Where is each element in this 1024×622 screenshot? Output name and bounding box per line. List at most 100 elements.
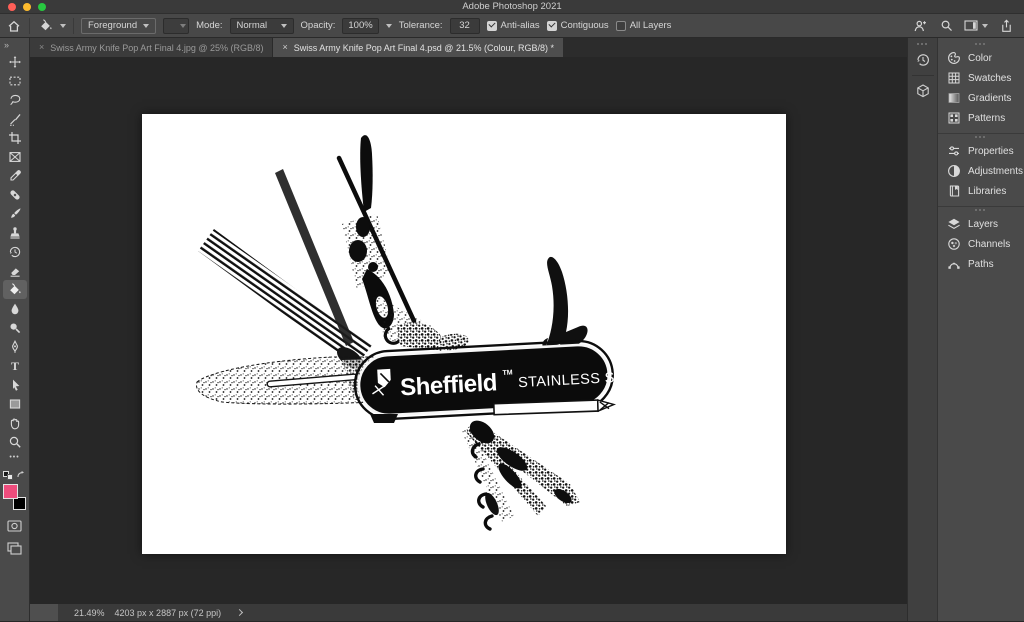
lasso-tool-button[interactable] <box>3 90 27 109</box>
paint-bucket-tool-button[interactable] <box>2 280 27 299</box>
can-opener-art <box>542 256 588 352</box>
panel-tab-label: Paths <box>968 258 994 270</box>
pasteboard[interactable]: STAINLESS CHINA <box>30 57 907 604</box>
trademark-text: TM <box>502 369 513 377</box>
crop-tool-button[interactable] <box>3 128 27 147</box>
quick-mask-button[interactable] <box>3 516 27 535</box>
contiguous-label: Contiguous <box>560 20 609 31</box>
contiguous-checkbox[interactable]: Contiguous <box>546 20 609 31</box>
path-selection-tool-button[interactable] <box>3 375 27 394</box>
panel-tab-label: Patterns <box>968 112 1006 124</box>
panel-tab-libraries[interactable]: Libraries <box>938 181 1024 201</box>
saw-tool-art <box>198 229 372 367</box>
screen-mode-button[interactable] <box>3 539 27 558</box>
tab-2-label: Swiss Army Knife Pop Art Final 4.psd @ 2… <box>293 42 554 53</box>
status-chevron-icon[interactable] <box>236 608 244 617</box>
search-icon[interactable] <box>938 18 954 34</box>
foreground-color-swatch[interactable] <box>2 484 18 499</box>
panel-tab-swatches[interactable]: Swatches <box>938 68 1024 88</box>
object-selection-tool-button[interactable] <box>3 109 27 128</box>
color-panel-icon <box>948 52 960 64</box>
close-tab-icon[interactable]: × <box>39 43 44 52</box>
close-tab-icon[interactable]: × <box>282 43 287 52</box>
paint-bucket-tool-icon[interactable] <box>37 18 53 34</box>
tool-preset-chevron-icon[interactable] <box>60 23 66 28</box>
divider <box>911 75 934 76</box>
all-layers-label: All Layers <box>629 20 672 31</box>
panel-tab-color[interactable]: Color <box>938 48 1024 68</box>
tolerance-value: 32 <box>459 20 470 31</box>
eyedropper-tool-button[interactable] <box>3 166 27 185</box>
document-area: × Swiss Army Knife Pop Art Final 4.jpg @… <box>30 38 907 621</box>
all-layers-checkbox[interactable]: All Layers <box>615 20 672 31</box>
rectangular-marquee-tool-button[interactable] <box>3 71 27 90</box>
zoom-level[interactable]: 21.49% <box>68 608 105 618</box>
brush-tool-button[interactable] <box>3 204 27 223</box>
svg-text:T: T <box>10 359 18 373</box>
document-tab-2[interactable]: × Swiss Army Knife Pop Art Final 4.psd @… <box>273 38 563 57</box>
checkbox-unchecked-icon <box>615 20 626 31</box>
swap-colors-icon[interactable] <box>16 470 26 480</box>
document-tab-1[interactable]: × Swiss Army Knife Pop Art Final 4.jpg @… <box>30 38 274 57</box>
panel-group-2: Properties Adjustments Libraries <box>938 134 1024 207</box>
panel-tab-patterns[interactable]: Patterns <box>938 108 1024 128</box>
document-info[interactable]: 4203 px x 2887 px (72 ppi) <box>115 608 222 618</box>
app-title: Adobe Photoshop 2021 <box>462 1 562 12</box>
panel-list: Color Swatches Gradients Patterns Proper… <box>938 38 1024 621</box>
account-icon[interactable] <box>912 18 928 34</box>
fill-source-dropdown[interactable]: Foreground <box>81 17 157 34</box>
zoom-tool-button[interactable] <box>3 432 27 451</box>
panel-tab-adjustments[interactable]: Adjustments <box>938 161 1024 181</box>
move-tool-button[interactable] <box>3 52 27 71</box>
workspace-switcher-icon[interactable] <box>964 18 988 34</box>
tolerance-label: Tolerance: <box>398 20 443 31</box>
panel-tab-gradients[interactable]: Gradients <box>938 88 1024 108</box>
pen-tool-button[interactable] <box>3 337 27 356</box>
rectangle-tool-button[interactable] <box>3 394 27 413</box>
drag-handle[interactable] <box>975 136 987 138</box>
spot-healing-brush-tool-button[interactable] <box>3 185 27 204</box>
panel-tab-label: Properties <box>968 145 1014 157</box>
mode-dropdown[interactable]: Normal <box>229 17 294 34</box>
paths-panel-icon <box>948 262 960 269</box>
share-icon[interactable] <box>998 18 1014 34</box>
panel-tab-properties[interactable]: Properties <box>938 141 1024 161</box>
eraser-tool-button[interactable] <box>3 261 27 280</box>
frame-tool-button[interactable] <box>3 147 27 166</box>
opacity-input[interactable]: 100% <box>342 17 379 34</box>
panel-tab-paths[interactable]: Paths <box>938 254 1024 274</box>
clone-stamp-tool-button[interactable] <box>3 223 27 242</box>
anti-alias-checkbox[interactable]: Anti-alias <box>486 20 540 31</box>
tolerance-input[interactable]: 32 <box>449 17 480 34</box>
dodge-tool-button[interactable] <box>3 318 27 337</box>
panel-tab-layers[interactable]: Layers <box>938 214 1024 234</box>
document-canvas[interactable]: STAINLESS CHINA <box>142 114 786 554</box>
opacity-chevron-icon[interactable] <box>385 23 392 28</box>
home-icon[interactable] <box>6 18 22 34</box>
properties-panel-icon <box>949 146 959 156</box>
chevron-down-icon <box>982 23 988 28</box>
history-brush-tool-button[interactable] <box>3 242 27 261</box>
divider <box>29 17 30 34</box>
hand-tool-button[interactable] <box>3 413 27 432</box>
small-tools-art <box>462 420 580 531</box>
history-panel-icon[interactable] <box>911 49 935 71</box>
opacity-label: Opacity: <box>300 20 336 31</box>
workspace: » T ••• × Swiss Army Knife Pop Art Final… <box>0 38 1024 621</box>
opacity-value: 100% <box>348 20 373 31</box>
type-tool-button[interactable]: T <box>3 356 27 375</box>
drag-handle[interactable] <box>975 43 987 45</box>
divider <box>73 17 74 34</box>
panel-tab-channels[interactable]: Channels <box>938 234 1024 254</box>
pattern-swatch-dropdown[interactable] <box>163 17 190 34</box>
panel-group-1: Color Swatches Gradients Patterns <box>938 41 1024 134</box>
panel-icon-strip <box>908 38 938 621</box>
panel-tab-label: Adjustments <box>968 165 1024 177</box>
edit-toolbar-icon[interactable]: ••• <box>9 451 19 465</box>
toolbar-collapse-icon[interactable]: » <box>0 40 9 52</box>
drag-handle[interactable] <box>975 209 987 211</box>
default-colors-icon[interactable] <box>3 470 13 480</box>
blur-tool-button[interactable] <box>3 299 27 318</box>
3d-panel-icon[interactable] <box>911 80 935 102</box>
drag-handle[interactable] <box>916 43 929 45</box>
